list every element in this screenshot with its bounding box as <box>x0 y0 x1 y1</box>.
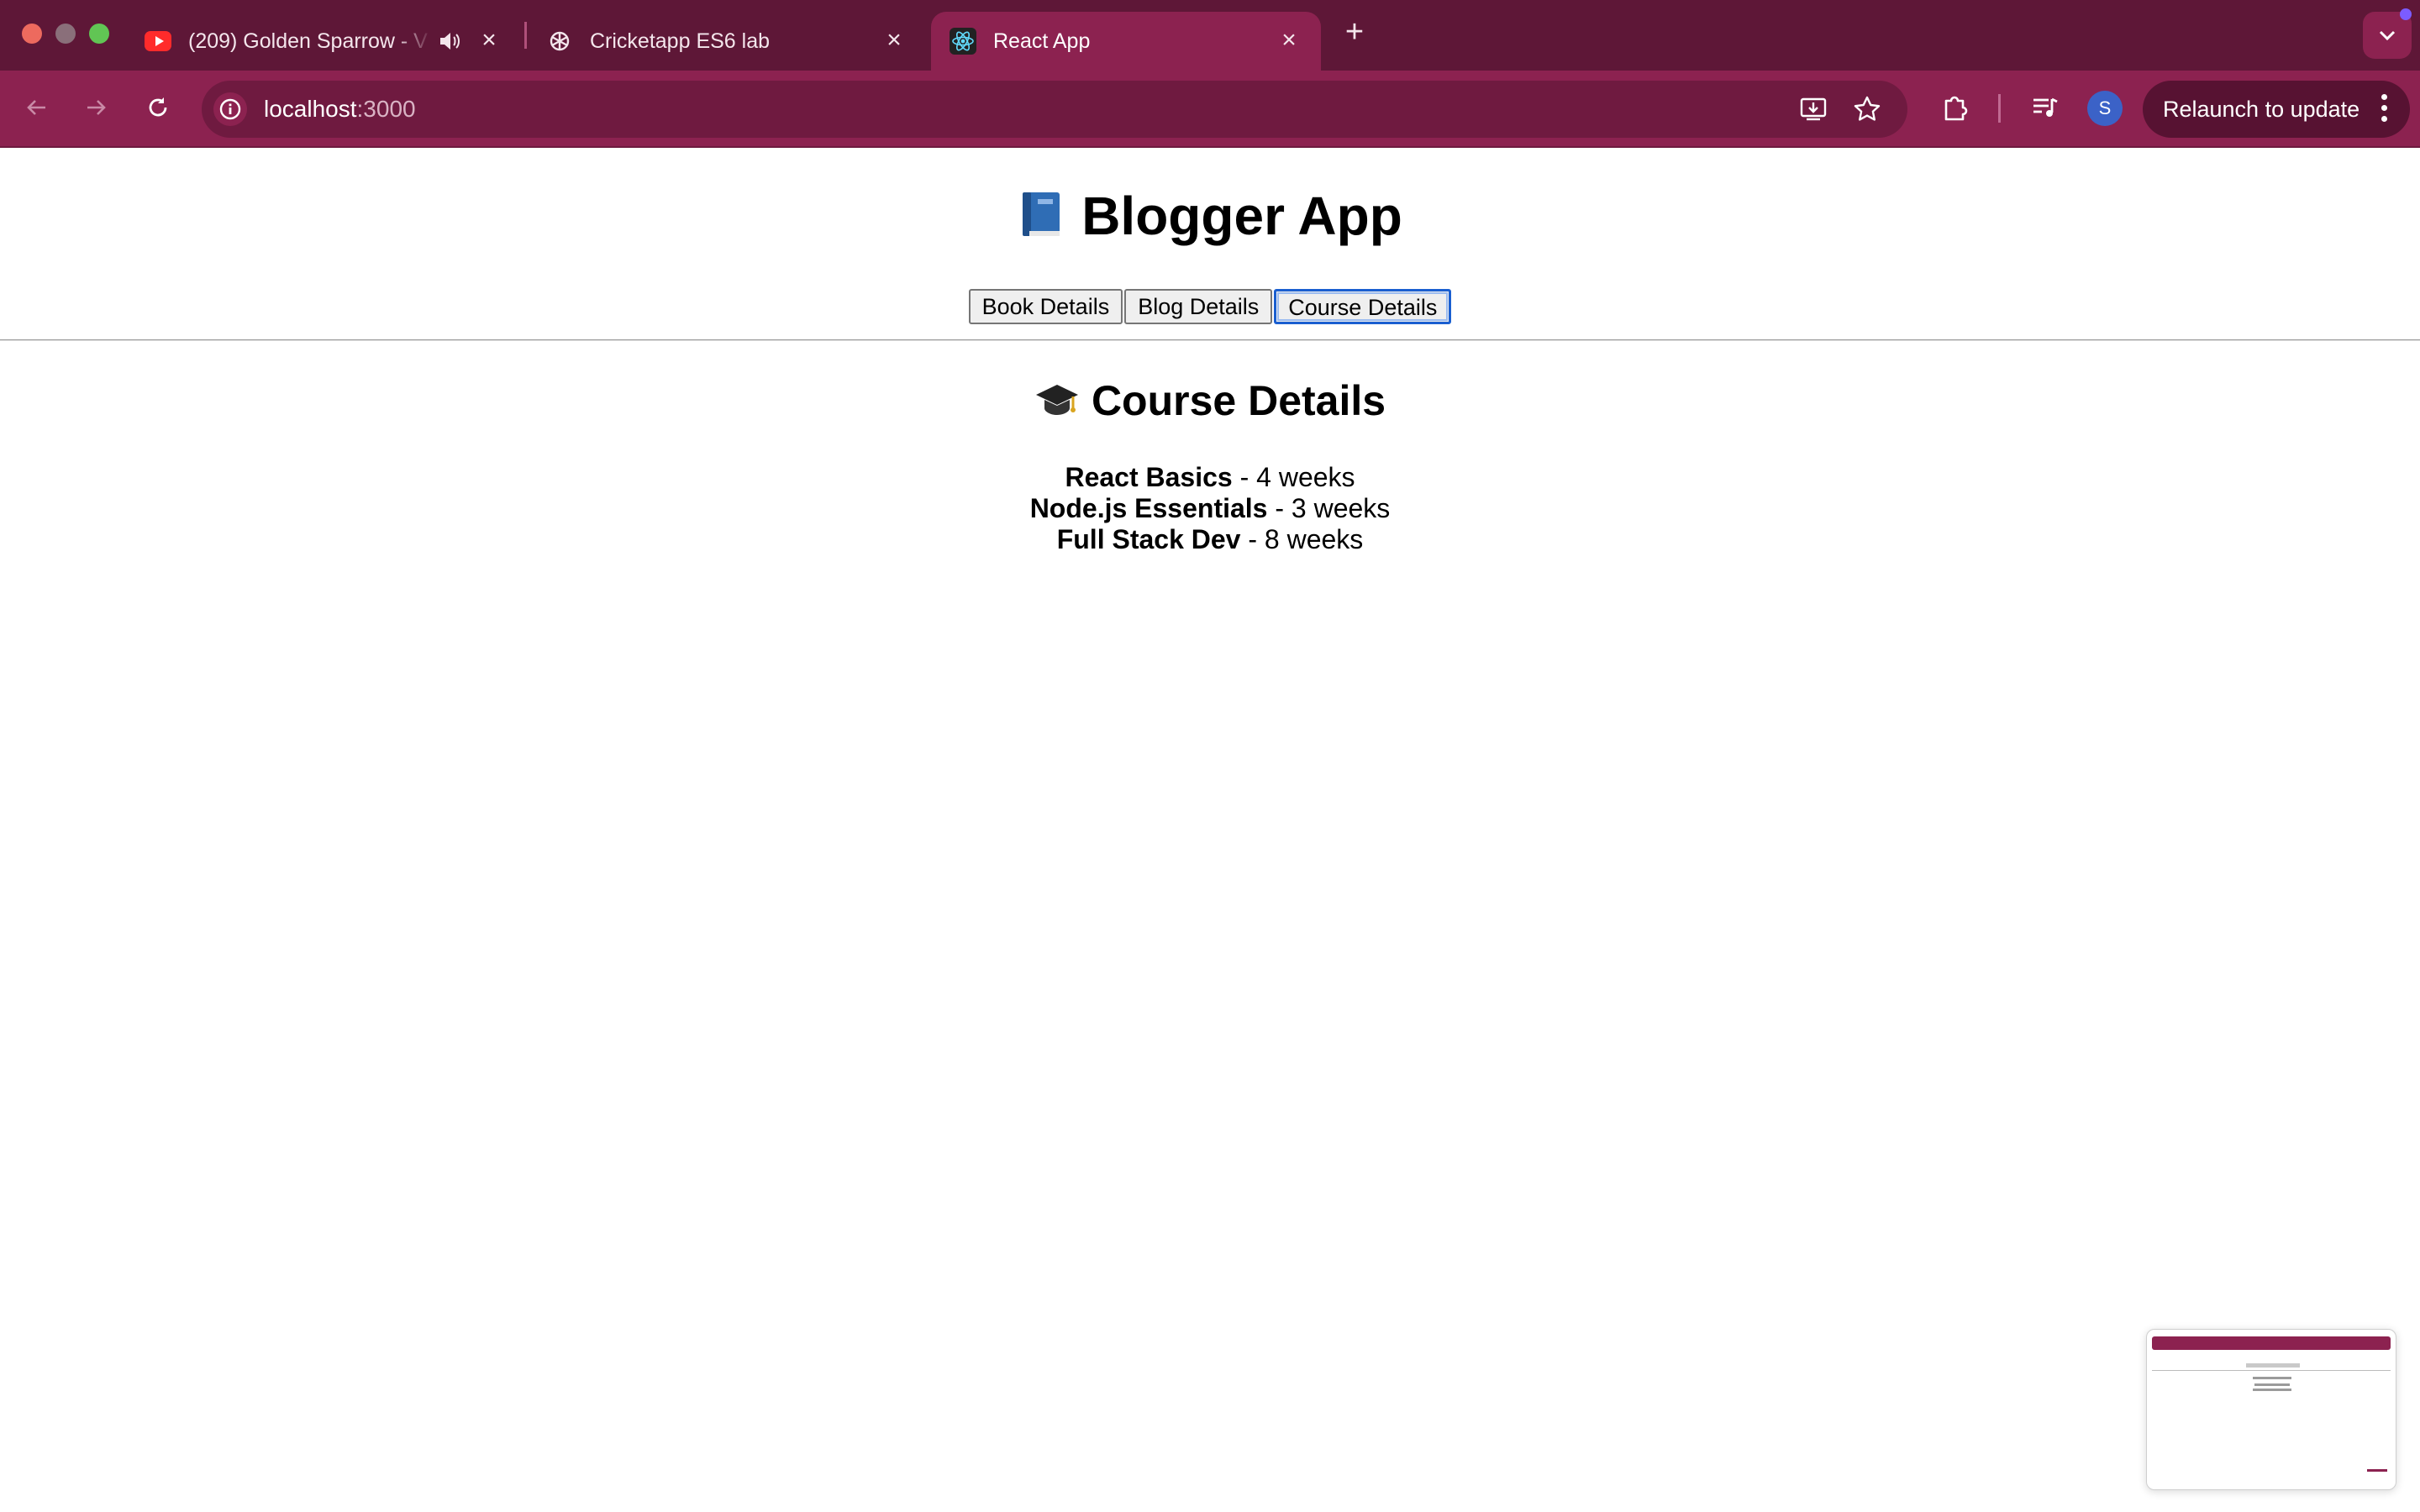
tab-title: (209) Golden Sparrow - V <box>188 29 428 53</box>
blog-details-button[interactable]: Blog Details <box>1124 289 1273 324</box>
page-content: Blogger App Book Details Blog Details Co… <box>0 150 2420 1512</box>
chevron-down-icon <box>2379 30 2396 41</box>
notification-dot <box>2400 8 2412 20</box>
browser-tab-react-app[interactable]: React App × <box>931 12 1321 71</box>
course-name: React Basics <box>1065 462 1233 492</box>
toolbar-separator <box>1998 94 2001 123</box>
reload-button[interactable] <box>139 89 176 126</box>
profile-avatar[interactable]: S <box>2087 91 2123 126</box>
install-app-icon[interactable] <box>1798 94 1828 124</box>
window-maximize-button[interactable] <box>89 24 109 44</box>
thumbnail-line <box>2254 1383 2290 1386</box>
reload-icon <box>149 97 167 117</box>
graduation-cap-icon <box>1034 380 1080 417</box>
screenshot-thumbnail[interactable] <box>2146 1329 2396 1490</box>
course-details-button[interactable]: Course Details <box>1274 289 1452 324</box>
new-tab-button[interactable]: + <box>1338 15 1371 49</box>
tab-title: Cricketapp ES6 lab <box>590 29 771 53</box>
thumbnail-line <box>2253 1389 2291 1391</box>
browser-tab-cricketapp[interactable]: Cricketapp ES6 lab × <box>528 12 926 71</box>
thumbnail-toolbar <box>2152 1336 2391 1350</box>
extensions-icon[interactable] <box>1938 91 1971 124</box>
window-close-button[interactable] <box>22 24 42 44</box>
nav-button-group: Book Details Blog Details Course Details <box>0 289 2420 324</box>
openai-icon <box>546 28 573 55</box>
course-name: Node.js Essentials <box>1029 493 1268 523</box>
book-details-button[interactable]: Book Details <box>968 289 1123 324</box>
browser-tab-youtube[interactable]: (209) Golden Sparrow - V × <box>126 12 521 71</box>
close-icon[interactable]: × <box>477 28 501 53</box>
relaunch-label: Relaunch to update <box>2163 96 2360 122</box>
site-info-icon[interactable] <box>213 92 247 126</box>
browser-toolbar: localhost:3000 S Relaunch to update <box>0 71 2420 148</box>
course-list: React Basics - 4 weeks Node.js Essential… <box>0 462 2420 555</box>
react-icon <box>950 28 976 55</box>
tab-separator <box>524 22 527 49</box>
youtube-icon <box>145 28 171 55</box>
list-item: Full Stack Dev - 8 weeks <box>0 524 2420 555</box>
forward-arrow-icon <box>87 100 106 115</box>
speaker-icon[interactable] <box>437 29 462 54</box>
back-arrow-icon <box>27 100 45 115</box>
media-control-icon[interactable] <box>2028 91 2062 124</box>
address-bar[interactable]: localhost:3000 <box>202 81 1907 138</box>
list-item: React Basics - 4 weeks <box>0 462 2420 493</box>
window-minimize-button[interactable] <box>55 24 76 44</box>
close-icon[interactable]: × <box>1277 28 1301 53</box>
course-duration: - 3 weeks <box>1275 493 1391 523</box>
relaunch-button[interactable]: Relaunch to update <box>2143 81 2410 138</box>
thumbnail-accent <box>2367 1469 2387 1472</box>
tab-title: React App <box>993 29 1091 53</box>
course-duration: - 4 weeks <box>1239 462 1355 492</box>
list-item: Node.js Essentials - 3 weeks <box>0 493 2420 524</box>
forward-button[interactable] <box>77 89 114 126</box>
course-name: Full Stack Dev <box>1056 524 1241 554</box>
section-title: Course Details <box>0 376 2420 425</box>
back-button[interactable] <box>18 89 55 126</box>
app-title-text: Blogger App <box>1081 186 1402 246</box>
course-duration: - 8 weeks <box>1248 524 1364 554</box>
horizontal-divider <box>0 339 2420 341</box>
bookmark-star-icon[interactable] <box>1852 94 1882 124</box>
more-menu-icon[interactable] <box>2381 94 2388 124</box>
app-title: Blogger App <box>0 185 2420 247</box>
close-icon[interactable]: × <box>882 28 906 53</box>
thumbnail-divider <box>2152 1370 2391 1371</box>
thumbnail-buttons <box>2246 1363 2300 1368</box>
browser-tabstrip: (209) Golden Sparrow - V × Cricketapp ES… <box>0 0 2420 71</box>
thumbnail-line <box>2253 1377 2291 1379</box>
url-text[interactable]: localhost:3000 <box>264 96 416 123</box>
blue-book-icon <box>1018 189 1065 239</box>
section-title-text: Course Details <box>1091 377 1386 424</box>
